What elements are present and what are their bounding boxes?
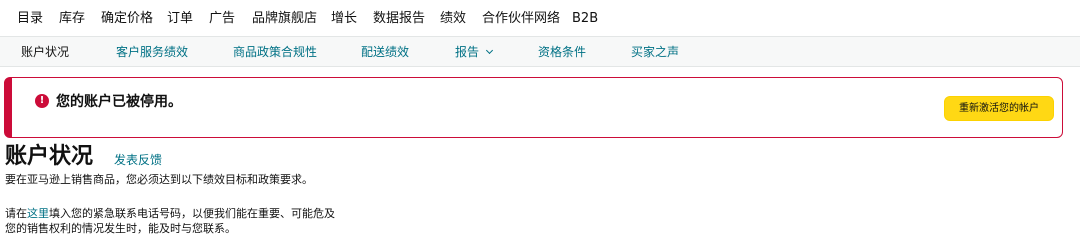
- nav-pricing[interactable]: 确定价格: [101, 11, 153, 27]
- tab-shipping-performance[interactable]: 配送绩效: [361, 44, 409, 60]
- top-navigation: 目录 库存 确定价格 订单 广告 品牌旗舰店 增长 数据报告 绩效 合作伙伴网络…: [0, 0, 1080, 37]
- nav-reports[interactable]: 数据报告: [373, 11, 425, 27]
- tab-customer-service-performance[interactable]: 客户服务绩效: [116, 44, 188, 60]
- nav-performance[interactable]: 绩效: [440, 11, 466, 27]
- alert-message: 您的账户已被停用。: [56, 94, 182, 110]
- nav-orders[interactable]: 订单: [167, 11, 193, 27]
- nav-b2b[interactable]: B2B: [572, 11, 598, 27]
- tab-account-health[interactable]: 账户状况: [21, 44, 69, 60]
- here-link[interactable]: 这里: [27, 207, 49, 220]
- chevron-down-icon: [485, 46, 494, 55]
- exclamation-icon: !: [35, 94, 49, 108]
- page-title: 账户状况: [5, 144, 94, 169]
- tab-reports-label: 报告: [455, 45, 480, 59]
- reactivate-account-button[interactable]: 重新激活您的帐户: [944, 96, 1054, 121]
- feedback-link[interactable]: 发表反馈: [114, 152, 162, 168]
- nav-advertising[interactable]: 广告: [209, 11, 235, 27]
- tab-eligibility[interactable]: 资格条件: [538, 44, 586, 60]
- nav-brand-stores[interactable]: 品牌旗舰店: [252, 11, 317, 27]
- emergency-contact-description: 请在这里填入您的紧急联系电话号码，以便我们能在重要、可能危及您的销售权利的情况发…: [5, 206, 335, 236]
- account-deactivated-alert: ! 您的账户已被停用。 重新激活您的帐户: [4, 77, 1063, 138]
- desc-suffix: 填入您的紧急联系电话号码，以便我们能在重要、可能危及您的销售权利的情况发生时，能…: [5, 207, 335, 235]
- desc-prefix: 请在: [5, 207, 27, 220]
- nav-catalog[interactable]: 目录: [17, 11, 43, 27]
- sub-navigation: 账户状况 客户服务绩效 商品政策合规性 配送绩效 报告 资格条件 买家之声: [0, 37, 1080, 67]
- nav-partner-network[interactable]: 合作伙伴网络: [482, 11, 560, 27]
- requirements-description: 要在亚马逊上销售商品，您必须达到以下绩效目标和政策要求。: [5, 173, 313, 186]
- tab-product-policy-compliance[interactable]: 商品政策合规性: [233, 44, 317, 60]
- tab-voice-of-customer[interactable]: 买家之声: [631, 44, 679, 60]
- tab-reports[interactable]: 报告: [455, 44, 494, 60]
- nav-inventory[interactable]: 库存: [59, 11, 85, 27]
- nav-growth[interactable]: 增长: [331, 11, 357, 27]
